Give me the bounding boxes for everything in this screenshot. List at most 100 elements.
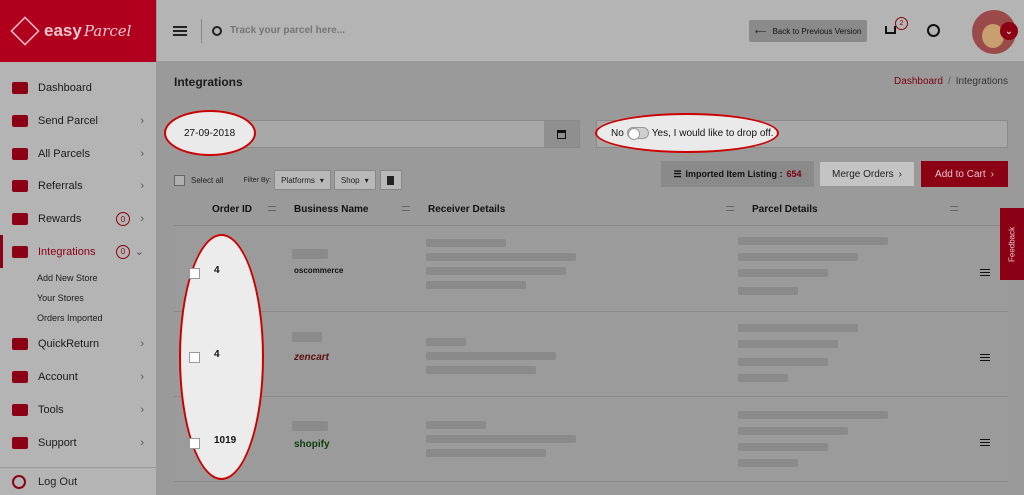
platforms-dropdown[interactable]: Platforms ▾ xyxy=(274,170,331,190)
row-checkbox[interactable] xyxy=(189,268,200,279)
divider xyxy=(201,18,202,43)
sidebar-item-referrals[interactable]: Referrals › xyxy=(0,170,156,203)
blurred-text xyxy=(426,421,486,429)
blurred-text xyxy=(738,427,848,435)
order-id: 4 xyxy=(214,349,220,360)
dropoff-toggle[interactable] xyxy=(626,127,649,140)
sidebar-subitem-add-new-store[interactable]: Add New Store xyxy=(0,268,156,288)
blurred-text xyxy=(426,366,536,374)
filter-by-label: Filter By: xyxy=(243,176,272,184)
blurred-text xyxy=(738,269,828,277)
order-id: 4 xyxy=(214,265,220,276)
chevron-down-icon[interactable]: ⌄ xyxy=(1000,22,1018,40)
chevron-right-icon: › xyxy=(140,213,144,226)
sidebar-item-rewards[interactable]: Rewards 0 › xyxy=(0,203,156,236)
order-id-highlight: 4 4 1019 xyxy=(179,234,264,480)
back-to-previous-version-button[interactable]: ⟵ Back to Previous Version xyxy=(749,20,867,42)
parcels-icon xyxy=(12,147,28,160)
sort-icon[interactable] xyxy=(950,206,958,211)
users-icon xyxy=(12,180,28,193)
logout-button[interactable]: Log Out xyxy=(0,467,157,495)
calendar-icon xyxy=(557,129,566,139)
chevron-right-icon: › xyxy=(140,115,144,128)
sidebar-item-tools[interactable]: Tools › xyxy=(0,394,156,427)
sidebar-item-all-parcels[interactable]: All Parcels › xyxy=(0,137,156,170)
sidebar-item-account[interactable]: Account › xyxy=(0,361,156,394)
row-menu-icon[interactable] xyxy=(980,352,990,363)
brand-name-script: Parcel xyxy=(83,22,132,40)
sort-icon[interactable] xyxy=(268,206,276,211)
chevron-right-icon: › xyxy=(898,168,903,180)
brand-name: easy xyxy=(44,21,82,40)
sidebar-subitem-your-stores[interactable]: Your Stores xyxy=(0,288,156,308)
sidebar-nav: Dashboard Send Parcel › All Parcels › Refe… xyxy=(0,62,156,459)
rewards-badge: 0 xyxy=(116,212,130,227)
sidebar-item-integrations[interactable]: Integrations 0 ⌄ xyxy=(0,235,156,269)
shop-dropdown[interactable]: Shop ▾ xyxy=(333,170,376,190)
blurred-text xyxy=(426,435,576,443)
blurred-text xyxy=(738,253,858,261)
blurred-text xyxy=(738,443,828,451)
chevron-right-icon: › xyxy=(140,180,144,193)
merge-orders-button[interactable]: Merge Orders › xyxy=(819,161,915,187)
row-menu-icon[interactable] xyxy=(980,267,990,278)
row-checkbox[interactable] xyxy=(189,352,200,363)
blurred-text xyxy=(738,411,888,419)
blurred-text xyxy=(738,237,888,245)
table-row[interactable]: oscommerce xyxy=(174,227,1008,312)
breadcrumb-home-link[interactable]: Dashboard xyxy=(894,76,943,87)
table-row[interactable]: zencart xyxy=(174,312,1008,397)
blurred-text xyxy=(426,338,466,346)
column-order-id[interactable]: Order ID xyxy=(212,204,252,215)
dashboard-icon xyxy=(12,82,28,95)
parcel-box-icon xyxy=(10,16,40,46)
sidebar-item-support[interactable]: Support › xyxy=(0,426,156,459)
hamburger-menu-icon[interactable] xyxy=(173,24,187,38)
sidebar-subitem-orders-imported[interactable]: Orders Imported xyxy=(0,308,156,328)
wrench-icon xyxy=(12,403,28,416)
toggle-on-label: Yes, I would like to drop off. xyxy=(651,127,774,139)
row-menu-icon[interactable] xyxy=(980,437,990,448)
sidebar-item-dashboard[interactable]: Dashboard xyxy=(0,72,156,105)
select-all-label: Select all xyxy=(191,175,224,185)
breadcrumb-current: Integrations xyxy=(955,76,1008,87)
table-header: Order ID Business Name Receiver Details … xyxy=(174,192,1008,226)
cart-badge: 2 xyxy=(895,17,908,30)
table-row[interactable]: shopify xyxy=(174,397,1008,482)
return-icon xyxy=(12,338,28,351)
search-icon xyxy=(212,25,222,36)
column-parcel-details[interactable]: Parcel Details xyxy=(752,204,818,215)
chevron-right-icon: › xyxy=(140,436,144,449)
blurred-text xyxy=(426,352,556,360)
chevron-right-icon: › xyxy=(990,168,994,180)
row-checkbox[interactable] xyxy=(189,438,200,449)
sort-icon[interactable] xyxy=(726,206,734,211)
logo[interactable]: easy Parcel xyxy=(0,0,156,62)
select-all-checkbox[interactable] xyxy=(174,174,185,186)
blurred-text xyxy=(426,267,566,275)
topbar: ⟵Back to Previous Version 2 ⌄ xyxy=(157,0,1024,62)
table-toolbar: Select all Filter By: Platforms ▾ Shop ▾ xyxy=(174,168,402,192)
blurred-text xyxy=(738,374,788,382)
sort-icon[interactable] xyxy=(402,206,410,211)
blurred-text xyxy=(738,340,838,348)
track-parcel-input[interactable] xyxy=(230,25,530,36)
delete-button[interactable] xyxy=(379,170,402,190)
sidebar-item-send-parcel[interactable]: Send Parcel › xyxy=(0,105,156,138)
sidebar-item-quickreturn[interactable]: QuickReturn › xyxy=(0,328,156,361)
date-input-value[interactable]: 27-09-2018 xyxy=(164,110,256,156)
platform-logo-shopify: shopify xyxy=(294,439,330,450)
add-to-cart-button[interactable]: Add to Cart › xyxy=(921,161,1008,187)
platform-logo-oscommerce: oscommerce xyxy=(294,266,344,275)
truck-icon xyxy=(12,115,28,128)
column-receiver-details[interactable]: Receiver Details xyxy=(428,204,505,215)
cart-icon[interactable] xyxy=(885,26,896,34)
imported-item-listing-button[interactable]: ☰ Imported Item Listing :654 xyxy=(661,161,814,187)
order-id: 1019 xyxy=(214,435,237,446)
calendar-button[interactable] xyxy=(544,121,579,147)
feedback-tab[interactable]: Feedback xyxy=(1000,208,1024,280)
gift-icon xyxy=(12,213,28,226)
column-business-name[interactable]: Business Name xyxy=(294,204,368,215)
list-icon: ☰ xyxy=(673,168,682,179)
globe-icon[interactable] xyxy=(927,24,940,37)
